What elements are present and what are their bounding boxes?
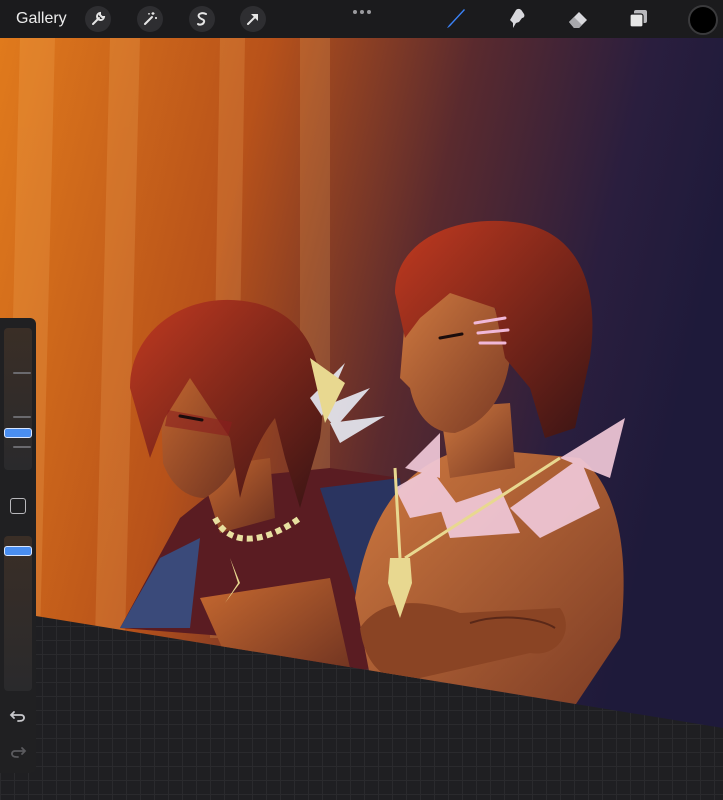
wrench-icon[interactable] <box>85 6 111 32</box>
smudge-icon[interactable] <box>501 4 531 34</box>
artwork-canvas[interactable] <box>0 38 723 800</box>
eraser-icon[interactable] <box>563 4 593 34</box>
opacity-thumb[interactable] <box>4 546 32 556</box>
color-picker-swatch[interactable] <box>688 5 718 35</box>
brush-icon[interactable] <box>440 4 470 34</box>
top-toolbar: Gallery <box>0 0 723 38</box>
magic-wand-icon[interactable] <box>137 6 163 32</box>
left-sidebar <box>0 318 36 773</box>
canvas-area[interactable] <box>0 38 723 800</box>
selection-s-icon[interactable] <box>189 6 215 32</box>
brush-size-thumb[interactable] <box>4 428 32 438</box>
artist-signature <box>586 716 640 730</box>
more-options-icon[interactable] <box>350 4 374 14</box>
modify-button[interactable] <box>10 498 26 514</box>
redo-icon[interactable] <box>8 742 28 762</box>
opacity-slider[interactable] <box>4 536 32 691</box>
gallery-button[interactable]: Gallery <box>16 10 67 28</box>
slider-tick <box>13 372 31 374</box>
slider-tick <box>13 416 31 418</box>
brush-size-slider[interactable] <box>4 328 32 470</box>
layers-icon[interactable] <box>624 4 654 34</box>
slider-tick <box>13 446 31 448</box>
undo-icon[interactable] <box>8 706 28 726</box>
move-arrow-icon[interactable] <box>240 6 266 32</box>
